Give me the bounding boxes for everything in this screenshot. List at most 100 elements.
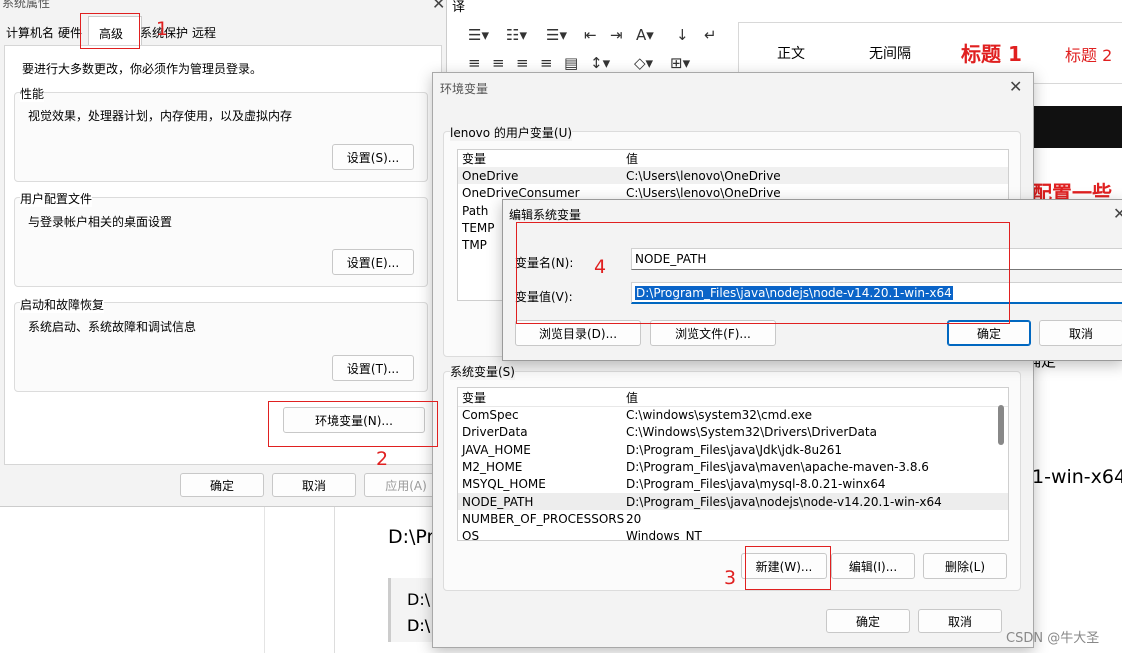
edit-button[interactable]: 编辑(I)... bbox=[831, 553, 915, 579]
watermark: CSDN @牛大圣 bbox=[1006, 631, 1100, 646]
ok-button[interactable]: 确定 bbox=[947, 320, 1031, 346]
dialog-title: 编辑系统变量 bbox=[509, 208, 582, 222]
system-variables-label: 系统变量(S) bbox=[450, 363, 515, 380]
distributed-icon[interactable]: ▤ bbox=[564, 54, 578, 72]
tab-hardware[interactable]: 硬件 bbox=[58, 24, 82, 41]
align-right-icon[interactable]: ≡ bbox=[516, 54, 529, 72]
bullet-list-icon[interactable]: ☰▾ bbox=[468, 26, 489, 44]
close-icon[interactable]: ✕ bbox=[1113, 204, 1122, 223]
code-line: D:\ bbox=[407, 616, 431, 635]
code-line: D:\ bbox=[407, 590, 431, 609]
row-value: C:\Windows\System32\Drivers\DriverData bbox=[626, 424, 877, 439]
column-variable[interactable]: 变量 bbox=[462, 150, 486, 167]
row-value: D:\Program_Files\java\maven\apache-maven… bbox=[626, 459, 929, 474]
table-row[interactable]: JAVA_HOME D:\Program_Files\java\Jdk\jdk-… bbox=[458, 441, 1008, 458]
decrease-indent-icon[interactable]: ⇤ bbox=[584, 26, 597, 44]
doc-page-left bbox=[0, 506, 446, 653]
scrollbar-thumb[interactable] bbox=[998, 405, 1004, 445]
column-variable[interactable]: 变量 bbox=[462, 389, 486, 406]
user-profile-settings-button[interactable]: 设置(E)... bbox=[332, 249, 414, 275]
shading-icon[interactable]: ◇▾ bbox=[634, 54, 653, 72]
user-variables-label: lenovo 的用户变量(U) bbox=[450, 124, 573, 141]
table-header: 变量 值 bbox=[458, 150, 1008, 168]
row-name: NODE_PATH bbox=[462, 494, 534, 509]
ok-button[interactable]: 确定 bbox=[826, 609, 910, 633]
style-normal[interactable]: 正文 bbox=[777, 43, 805, 63]
user-profile-desc: 与登录帐户相关的桌面设置 bbox=[28, 215, 173, 229]
line-spacing-icon[interactable]: ↕▾ bbox=[590, 54, 610, 72]
performance-label: 性能 bbox=[20, 85, 45, 102]
variable-name-input[interactable]: NODE_PATH bbox=[631, 248, 1122, 270]
row-name: MSYQL_HOME bbox=[462, 476, 546, 491]
increase-indent-icon[interactable]: ⇥ bbox=[610, 26, 623, 44]
cancel-button[interactable]: 取消 bbox=[272, 473, 356, 497]
row-value: Windows_NT bbox=[626, 528, 702, 541]
row-name: ComSpec bbox=[462, 407, 519, 422]
style-heading-2[interactable]: 标题 2 bbox=[1065, 42, 1112, 66]
close-icon[interactable]: ✕ bbox=[432, 0, 445, 13]
row-name: TEMP bbox=[462, 220, 495, 235]
new-button[interactable]: 新建(W)... bbox=[741, 553, 827, 579]
delete-button[interactable]: 删除(L) bbox=[923, 553, 1007, 579]
tab-advanced-label: 高级 bbox=[99, 27, 124, 41]
doc-path-text: D:\Pr bbox=[388, 526, 435, 548]
table-row[interactable]: MSYQL_HOME D:\Program_Files\java\mysql-8… bbox=[458, 475, 1008, 492]
doc-margin-line-2 bbox=[264, 506, 265, 653]
annotation-number-1: 1 bbox=[156, 18, 169, 40]
row-name: Path bbox=[462, 203, 489, 218]
browse-file-button[interactable]: 浏览文件(F)... bbox=[650, 320, 776, 346]
table-row-selected[interactable]: NODE_PATH D:\Program_Files\java\nodejs\n… bbox=[458, 493, 1008, 510]
column-value[interactable]: 值 bbox=[626, 389, 638, 406]
row-value: C:\Users\lenovo\OneDrive bbox=[626, 168, 781, 183]
performance-settings-button[interactable]: 设置(S)... bbox=[332, 144, 414, 170]
row-value: C:\windows\system32\cmd.exe bbox=[626, 407, 812, 422]
show-marks-icon[interactable]: ↵ bbox=[704, 26, 717, 44]
table-row[interactable]: DriverData C:\Windows\System32\Drivers\D… bbox=[458, 423, 1008, 440]
align-left-icon[interactable]: ≡ bbox=[468, 54, 481, 72]
numbered-list-icon[interactable]: ☷▾ bbox=[506, 26, 527, 44]
admin-note: 要进行大多数更改，你必须作为管理员登录。 bbox=[22, 62, 263, 76]
cancel-button[interactable]: 取消 bbox=[1039, 320, 1122, 346]
row-value: D:\Program_Files\java\mysql-8.0.21-winx6… bbox=[626, 476, 886, 491]
borders-icon[interactable]: ⊞▾ bbox=[670, 54, 690, 72]
tab-remote[interactable]: 远程 bbox=[192, 24, 216, 41]
row-name: DriverData bbox=[462, 424, 528, 439]
sort-icon[interactable]: ↓ bbox=[676, 26, 689, 44]
row-name: M2_HOME bbox=[462, 459, 523, 474]
align-center-icon[interactable]: ≡ bbox=[492, 54, 505, 72]
selected-text: D:\Program_Files\java\nodejs\node-v14.20… bbox=[635, 285, 953, 300]
row-value: 20 bbox=[626, 511, 642, 526]
cancel-button[interactable]: 取消 bbox=[918, 609, 1002, 633]
table-row[interactable]: OS Windows_NT bbox=[458, 527, 1008, 541]
close-icon[interactable]: ✕ bbox=[1009, 77, 1022, 96]
ribbon-toolbar: ☰▾ ☷▾ ☰▾ ⇤ ⇥ A▾ ↓ ↵ ≡ ≡ ≡ ≡ ▤ ↕▾ ◇▾ ⊞▾ bbox=[460, 18, 730, 80]
table-row[interactable]: ComSpec C:\windows\system32\cmd.exe bbox=[458, 406, 1008, 423]
column-value[interactable]: 值 bbox=[626, 150, 638, 167]
system-variables-table[interactable]: 变量 值 ComSpec C:\windows\system32\cmd.exe… bbox=[457, 387, 1009, 541]
system-properties-window: 系统属性 ✕ 计算机名 硬件 高级 系统保护 远程 要进行大多数更改，你必须作为… bbox=[0, 0, 448, 507]
startup-recovery-settings-button[interactable]: 设置(T)... bbox=[332, 355, 414, 381]
chinese-layout-icon[interactable]: A▾ bbox=[636, 26, 654, 44]
browse-directory-button[interactable]: 浏览目录(D)... bbox=[515, 320, 641, 346]
style-heading-1[interactable]: 标题 1 bbox=[961, 38, 1022, 67]
style-no-spacing[interactable]: 无间隔 bbox=[869, 43, 911, 63]
justify-icon[interactable]: ≡ bbox=[540, 54, 553, 72]
row-name: OneDriveConsumer bbox=[462, 185, 580, 200]
ok-button[interactable]: 确定 bbox=[180, 473, 264, 497]
row-name: JAVA_HOME bbox=[462, 442, 531, 457]
table-row[interactable]: M2_HOME D:\Program_Files\java\maven\apac… bbox=[458, 458, 1008, 475]
table-row[interactable]: OneDrive C:\Users\lenovo\OneDrive bbox=[458, 167, 1008, 184]
environment-variables-button[interactable]: 环境变量(N)... bbox=[283, 407, 425, 433]
table-header: 变量 值 bbox=[458, 389, 1008, 407]
doc-text-right: 1-win-x64 bbox=[1032, 466, 1122, 488]
multilevel-list-icon[interactable]: ☰▾ bbox=[546, 26, 567, 44]
table-row[interactable]: NUMBER_OF_PROCESSORS 20 bbox=[458, 510, 1008, 527]
tab-advanced[interactable]: 高级 bbox=[88, 16, 142, 47]
annotation-number-4: 4 bbox=[594, 256, 607, 278]
tab-computer-name[interactable]: 计算机名 bbox=[6, 24, 54, 41]
user-profile-label: 用户配置文件 bbox=[20, 190, 93, 207]
variable-value-input[interactable]: D:\Program_Files\java\nodejs\node-v14.20… bbox=[631, 282, 1122, 304]
annotation-number-2: 2 bbox=[376, 448, 389, 470]
row-name: NUMBER_OF_PROCESSORS bbox=[462, 511, 625, 526]
row-value: D:\Program_Files\java\Jdk\jdk-8u261 bbox=[626, 442, 843, 457]
